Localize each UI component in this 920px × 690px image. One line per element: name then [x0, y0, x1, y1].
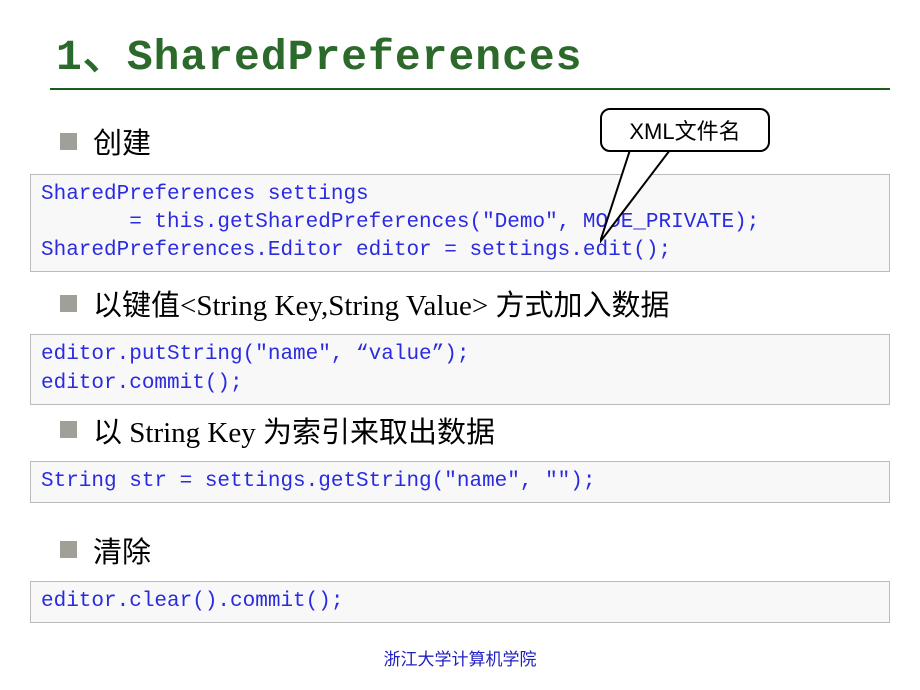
- bullet-put-prefix: 以键值: [93, 290, 180, 322]
- bullet-icon: [60, 295, 77, 312]
- bullet-text-put: 以键值<String Key,String Value> 方式加入数据: [93, 282, 669, 324]
- footer: 浙江大学计算机学院: [0, 645, 920, 670]
- bullet-text-create: 创建: [93, 120, 151, 162]
- title-wrap: 1、SharedPreferences: [50, 20, 890, 90]
- callout-tail: [600, 150, 740, 245]
- bullet-icon: [60, 133, 77, 150]
- bullet-icon: [60, 421, 77, 438]
- title-number: 1: [56, 33, 83, 82]
- title-name: SharedPreferences: [127, 33, 583, 82]
- bullet-icon: [60, 541, 77, 558]
- bullet-put-latin: <String Key,String Value>: [180, 290, 495, 322]
- code-block-put: editor.putString("name", “value”); edito…: [30, 334, 890, 404]
- bullet-put-suffix: 方式加入数据: [495, 290, 669, 322]
- title-comma: 、: [83, 32, 127, 79]
- code-block-get: String str = settings.getString("name", …: [30, 461, 890, 503]
- bullet-get-suffix: 为索引来取出数据: [263, 417, 495, 449]
- code-block-clear: editor.clear().commit();: [30, 581, 890, 623]
- callout-text: XML文件名: [629, 114, 740, 146]
- bullet-put: 以键值<String Key,String Value> 方式加入数据: [60, 282, 890, 324]
- code-block-create: SharedPreferences settings = this.getSha…: [30, 174, 890, 272]
- footer-text: 浙江大学计算机学院: [384, 650, 537, 669]
- bullet-clear: 清除: [60, 529, 890, 571]
- bullet-get: 以 String Key 为索引来取出数据: [60, 409, 890, 451]
- bullet-text-clear: 清除: [93, 529, 151, 571]
- bullet-get-latin: String Key: [122, 417, 263, 449]
- bullet-text-get: 以 String Key 为索引来取出数据: [93, 409, 495, 451]
- bullet-get-prefix: 以: [93, 417, 122, 449]
- callout-xml-filename: XML文件名: [600, 108, 770, 152]
- slide-title: 1、SharedPreferences: [56, 20, 890, 82]
